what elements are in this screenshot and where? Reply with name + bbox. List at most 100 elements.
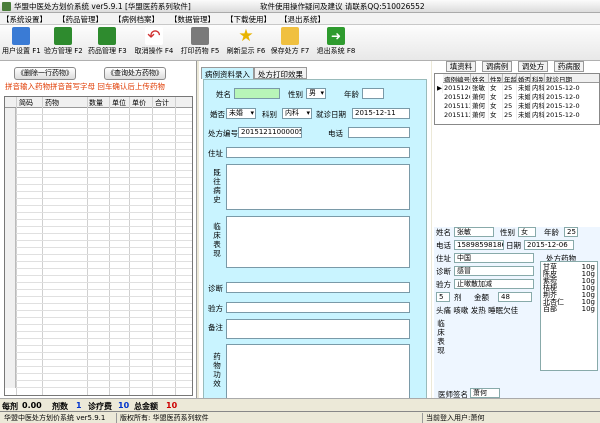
tab-load-prescription[interactable]: 调处方 <box>518 61 548 72</box>
diagnosis-input[interactable] <box>226 282 410 293</box>
row-header[interactable] <box>5 234 16 241</box>
row-header[interactable] <box>5 283 16 290</box>
table-row[interactable] <box>5 150 192 157</box>
row-header[interactable] <box>5 374 16 381</box>
records-cell[interactable]: 2015112 <box>443 111 471 120</box>
records-cell[interactable]: 2015-12-0 <box>545 84 599 93</box>
table-row[interactable] <box>5 346 192 353</box>
row-header[interactable] <box>5 164 16 171</box>
records-cell[interactable]: 2015-12-0 <box>545 111 599 120</box>
efficacy-input[interactable] <box>226 344 410 404</box>
menu-exit[interactable]: 【退出系统】 <box>280 14 325 25</box>
records-cell[interactable]: 内科 <box>531 111 545 120</box>
row-header[interactable] <box>5 318 16 325</box>
row-header[interactable] <box>5 199 16 206</box>
row-header[interactable] <box>5 297 16 304</box>
medicine-grid[interactable]: 简码 药物 数量 单位 单价 合计 <box>4 96 193 396</box>
age-input[interactable] <box>362 88 384 99</box>
table-row[interactable] <box>5 325 192 332</box>
table-row[interactable] <box>5 136 192 143</box>
row-header[interactable] <box>5 325 16 332</box>
records-cell[interactable]: 萧何 <box>471 111 489 120</box>
table-row[interactable] <box>5 248 192 255</box>
table-row[interactable] <box>5 269 192 276</box>
row-header[interactable] <box>5 304 16 311</box>
row-header[interactable] <box>5 290 16 297</box>
row-header[interactable] <box>5 353 16 360</box>
records-cell[interactable]: 未婚 <box>517 111 531 120</box>
row-header[interactable] <box>5 255 16 262</box>
row-header[interactable] <box>5 108 16 115</box>
table-row[interactable] <box>5 332 192 339</box>
table-row[interactable] <box>5 339 192 346</box>
row-header[interactable] <box>5 220 16 227</box>
table-row[interactable] <box>5 185 192 192</box>
records-cell[interactable]: 女 <box>489 93 503 102</box>
records-cell[interactable]: 2015120 <box>443 93 471 102</box>
records-cell[interactable]: 2015113 <box>443 102 471 111</box>
table-row[interactable] <box>5 115 192 122</box>
table-row[interactable] <box>5 241 192 248</box>
visit-date-input[interactable]: 2015-12-11 <box>352 108 410 119</box>
table-row[interactable] <box>5 192 192 199</box>
row-header[interactable] <box>5 227 16 234</box>
medicine-manage-button[interactable]: 药品管理 F3 <box>88 27 127 59</box>
table-row[interactable] <box>5 262 192 269</box>
row-header[interactable] <box>5 360 16 367</box>
menu-data-management[interactable]: 【数据管理】 <box>170 14 215 25</box>
table-row[interactable] <box>5 178 192 185</box>
row-header[interactable] <box>5 241 16 248</box>
table-row[interactable] <box>5 220 192 227</box>
refresh-button[interactable]: ★ 刷新显示 F6 <box>226 27 266 59</box>
phone-input[interactable] <box>348 127 410 138</box>
row-header[interactable] <box>5 185 16 192</box>
table-row[interactable] <box>5 171 192 178</box>
history-input[interactable] <box>226 164 410 210</box>
row-header[interactable] <box>5 339 16 346</box>
table-row[interactable] <box>5 360 192 367</box>
user-settings-button[interactable]: 用户设置 F1 <box>2 27 41 59</box>
table-row[interactable] <box>5 304 192 311</box>
row-header[interactable] <box>5 213 16 220</box>
records-cell[interactable]: 女 <box>489 111 503 120</box>
name-input[interactable] <box>234 88 280 99</box>
print-medicine-button[interactable]: 打印药物 F5 <box>180 27 220 59</box>
records-cell[interactable]: 内科 <box>531 84 545 93</box>
row-header[interactable] <box>5 381 16 388</box>
cancel-operation-button[interactable]: ↶ 取消操作 F4 <box>134 27 174 59</box>
table-row[interactable] <box>5 290 192 297</box>
records-cell[interactable]: 未婚 <box>517 84 531 93</box>
records-cell[interactable]: 萧何 <box>471 93 489 102</box>
records-cell[interactable]: 25 <box>503 93 517 102</box>
table-row[interactable] <box>5 206 192 213</box>
dept-select[interactable]: 内科 <box>282 108 312 119</box>
row-header[interactable] <box>5 206 16 213</box>
table-row[interactable] <box>5 234 192 241</box>
records-cell[interactable]: 25 <box>503 102 517 111</box>
table-row[interactable] <box>5 108 192 115</box>
table-row[interactable] <box>5 255 192 262</box>
records-cell[interactable]: 女 <box>489 102 503 111</box>
query-recipe-button[interactable]: 《查询处方药物》 <box>104 67 166 80</box>
row-header[interactable] <box>5 269 16 276</box>
tab-case-entry[interactable]: 病例资料录入 <box>201 67 254 79</box>
table-row[interactable] <box>5 213 192 220</box>
prescription-manage-button[interactable]: 验方管理 F2 <box>44 27 83 59</box>
records-cell[interactable]: 2015-12-0 <box>545 102 599 111</box>
table-row[interactable] <box>5 367 192 374</box>
clinical-input[interactable] <box>226 216 410 268</box>
marital-select[interactable]: 未婚 <box>226 108 256 119</box>
tab-load-case[interactable]: 调病例 <box>482 61 512 72</box>
row-header[interactable] <box>5 122 16 129</box>
sex-select[interactable]: 男 <box>306 88 326 99</box>
row-header[interactable] <box>5 171 16 178</box>
records-cell[interactable]: 未婚 <box>517 93 531 102</box>
row-header[interactable] <box>5 276 16 283</box>
row-header[interactable] <box>5 178 16 185</box>
records-cell[interactable]: 2015-12-0 <box>545 93 599 102</box>
row-header[interactable] <box>5 262 16 269</box>
records-cell[interactable]: 25 <box>503 84 517 93</box>
address-input[interactable] <box>226 147 410 158</box>
remark-input[interactable] <box>226 319 410 339</box>
table-row[interactable] <box>5 353 192 360</box>
